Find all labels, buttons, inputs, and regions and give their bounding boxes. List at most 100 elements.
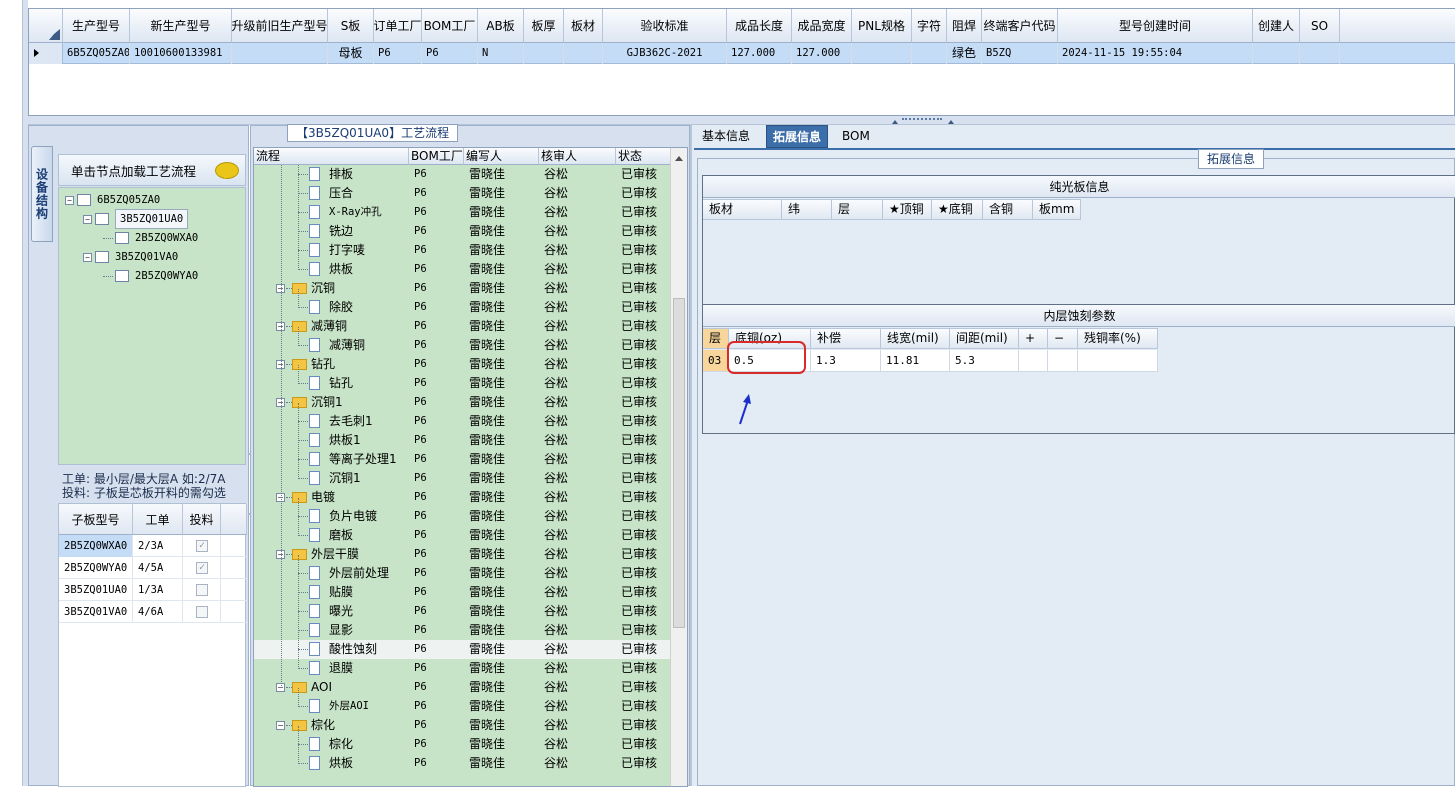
writer-cell[interactable]: 雷晓佳 bbox=[469, 564, 539, 583]
table-cell[interactable] bbox=[912, 43, 947, 64]
process-name[interactable]: 退膜 bbox=[329, 659, 353, 678]
tree-node-label[interactable]: 2B5ZQ0WXA0 bbox=[135, 229, 198, 247]
table-cell[interactable] bbox=[1300, 43, 1340, 64]
reviewer-cell[interactable]: 谷松 bbox=[544, 678, 614, 697]
process-name-cell[interactable]: 酸性蚀刻 bbox=[254, 640, 409, 659]
column-header[interactable]: ★底铜 bbox=[932, 199, 983, 220]
sub-board-grid[interactable]: 子板型号 工单 投料 2B5ZQ0WXA0 2/3A ✓ 2B5ZQ0WYA0 4/5A ✓ 3… bbox=[58, 503, 247, 787]
writer-cell[interactable]: 雷晓佳 bbox=[469, 184, 539, 203]
status-cell[interactable]: 已审核 bbox=[621, 697, 671, 716]
process-name-cell[interactable]: − 减薄铜 bbox=[254, 317, 409, 336]
structure-tree[interactable]: −6B5ZQ05ZA0−3B5ZQ01UA0 2B5ZQ0WXA0 − 3B5ZQ01… bbox=[58, 187, 246, 465]
process-name[interactable]: 沉铜1 bbox=[329, 469, 361, 488]
reviewer-cell[interactable]: 谷松 bbox=[544, 754, 614, 773]
table-cell[interactable]: P6 bbox=[374, 43, 422, 64]
process-name[interactable]: 烘板 bbox=[329, 260, 353, 279]
process-name-cell[interactable]: 烘板 bbox=[254, 260, 409, 279]
status-cell[interactable]: 已审核 bbox=[621, 393, 671, 412]
process-row[interactable]: 减薄铜 P6 雷晓佳 谷松 已审核 bbox=[254, 336, 671, 355]
bom-factory-cell[interactable]: P6 bbox=[414, 564, 464, 583]
process-name-cell[interactable]: 棕化 bbox=[254, 735, 409, 754]
writer-cell[interactable]: 雷晓佳 bbox=[469, 602, 539, 621]
process-name[interactable]: 烘板1 bbox=[329, 431, 361, 450]
status-cell[interactable]: 已审核 bbox=[621, 754, 671, 773]
table-cell[interactable]: N bbox=[478, 43, 524, 64]
process-row[interactable]: − 外层干膜 P6 雷晓佳 谷松 已审核 bbox=[254, 545, 671, 564]
tree-node[interactable]: 2B5ZQ0WYA0 bbox=[103, 267, 198, 285]
column-header[interactable]: − bbox=[1048, 328, 1078, 349]
process-name-cell[interactable]: 排板 bbox=[254, 165, 409, 184]
column-header[interactable]: BOM工厂 bbox=[409, 148, 464, 165]
process-name-cell[interactable]: 负片电镀 bbox=[254, 507, 409, 526]
table-cell[interactable] bbox=[232, 43, 328, 64]
column-header[interactable]: + bbox=[1019, 328, 1048, 349]
process-row[interactable]: 排板 P6 雷晓佳 谷松 已审核 bbox=[254, 165, 671, 184]
process-name[interactable]: 减薄铜 bbox=[311, 317, 347, 336]
process-row[interactable]: − 沉铜1 P6 雷晓佳 谷松 已审核 bbox=[254, 393, 671, 412]
bom-factory-cell[interactable]: P6 bbox=[414, 184, 464, 203]
tree-node-label[interactable]: 3B5ZQ01VA0 bbox=[115, 248, 178, 266]
writer-cell[interactable]: 雷晓佳 bbox=[469, 697, 539, 716]
tab-device-structure[interactable]: 设备结构 bbox=[31, 146, 53, 242]
table-row[interactable]: 2B5ZQ0WYA0 4/5A ✓ bbox=[59, 557, 247, 579]
scroll-up-icon[interactable] bbox=[675, 152, 683, 161]
etch-param-cell[interactable]: 1.3 bbox=[811, 350, 881, 372]
column-header[interactable]: 工单 bbox=[133, 504, 183, 535]
column-header[interactable]: S板 bbox=[328, 9, 374, 43]
process-row[interactable]: 除胶 P6 雷晓佳 谷松 已审核 bbox=[254, 298, 671, 317]
process-row[interactable]: 曝光 P6 雷晓佳 谷松 已审核 bbox=[254, 602, 671, 621]
process-name-cell[interactable]: 压合 bbox=[254, 184, 409, 203]
sub-model-cell[interactable]: 2B5ZQ0WYA0 bbox=[59, 557, 133, 579]
product-model-grid[interactable]: 生产型号 新生产型号 升级前旧生产型号 S板 订单工厂 BOM工厂 AB板 板厚 板材 验收标准成… bbox=[28, 8, 1455, 116]
bom-factory-cell[interactable]: P6 bbox=[414, 526, 464, 545]
tree-node[interactable]: 2B5ZQ0WXA0 bbox=[103, 229, 198, 247]
status-cell[interactable]: 已审核 bbox=[621, 222, 671, 241]
column-header[interactable]: 订单工厂 bbox=[374, 9, 422, 43]
writer-cell[interactable]: 雷晓佳 bbox=[469, 241, 539, 260]
process-name[interactable]: 负片电镀 bbox=[329, 507, 377, 526]
process-row[interactable]: 棕化 P6 雷晓佳 谷松 已审核 bbox=[254, 735, 671, 754]
process-name[interactable]: 曝光 bbox=[329, 602, 353, 621]
tree-node[interactable]: − 6B5ZQ05ZA0 bbox=[65, 191, 160, 209]
column-header[interactable]: 补偿 bbox=[811, 328, 881, 349]
reviewer-cell[interactable]: 谷松 bbox=[544, 393, 614, 412]
reviewer-cell[interactable]: 谷松 bbox=[544, 716, 614, 735]
column-header[interactable]: 子板型号 bbox=[59, 504, 133, 535]
reviewer-cell[interactable]: 谷松 bbox=[544, 602, 614, 621]
process-name-cell[interactable]: 减薄铜 bbox=[254, 336, 409, 355]
process-name[interactable]: 外层前处理 bbox=[329, 564, 389, 583]
writer-cell[interactable]: 雷晓佳 bbox=[469, 640, 539, 659]
status-cell[interactable]: 已审核 bbox=[621, 241, 671, 260]
column-header[interactable]: 纬 bbox=[782, 199, 832, 220]
status-cell[interactable]: 已审核 bbox=[621, 640, 671, 659]
column-header[interactable]: 型号创建时间 bbox=[1058, 9, 1253, 43]
column-header[interactable]: 层 bbox=[832, 199, 883, 220]
status-cell[interactable]: 已审核 bbox=[621, 412, 671, 431]
row-indicator[interactable] bbox=[29, 43, 63, 64]
tree-expander-icon[interactable]: − bbox=[65, 195, 74, 205]
reviewer-cell[interactable]: 谷松 bbox=[544, 640, 614, 659]
bom-factory-cell[interactable]: P6 bbox=[414, 735, 464, 754]
bom-factory-cell[interactable]: P6 bbox=[414, 393, 464, 412]
column-header[interactable]: 间距(mil) bbox=[950, 328, 1019, 349]
column-header[interactable]: AB板 bbox=[478, 9, 524, 43]
process-name-cell[interactable]: − 沉铜1 bbox=[254, 393, 409, 412]
process-name-cell[interactable]: − 沉铜 bbox=[254, 279, 409, 298]
process-name-cell[interactable]: − AOI bbox=[254, 678, 409, 697]
column-header[interactable]: 新生产型号 bbox=[130, 9, 232, 43]
process-row[interactable]: 外层AOI P6 雷晓佳 谷松 已审核 bbox=[254, 697, 671, 716]
tree-node[interactable]: − 3B5ZQ01UA0 bbox=[83, 209, 189, 229]
process-grid[interactable]: 流程 BOM工厂 编写人 核审人 状态 排板 P6 雷晓佳 谷松 已审核 压合 P6 雷晓佳 谷松 已审核… bbox=[253, 147, 688, 787]
column-header[interactable]: 成品宽度 bbox=[792, 9, 852, 43]
bom-factory-cell[interactable]: P6 bbox=[414, 716, 464, 735]
feed-checkbox[interactable] bbox=[196, 584, 208, 596]
sub-feed-cell[interactable]: ✓ bbox=[183, 557, 221, 579]
table-cell[interactable]: 10010600133981 bbox=[130, 43, 232, 64]
writer-cell[interactable]: 雷晓佳 bbox=[469, 716, 539, 735]
tree-expander-icon[interactable]: − bbox=[83, 252, 92, 262]
process-name-cell[interactable]: 磨板 bbox=[254, 526, 409, 545]
column-header[interactable]: 验收标准 bbox=[603, 9, 727, 43]
status-cell[interactable]: 已审核 bbox=[621, 621, 671, 640]
process-name[interactable]: 除胶 bbox=[329, 298, 353, 317]
process-row[interactable]: − 沉铜 P6 雷晓佳 谷松 已审核 bbox=[254, 279, 671, 298]
